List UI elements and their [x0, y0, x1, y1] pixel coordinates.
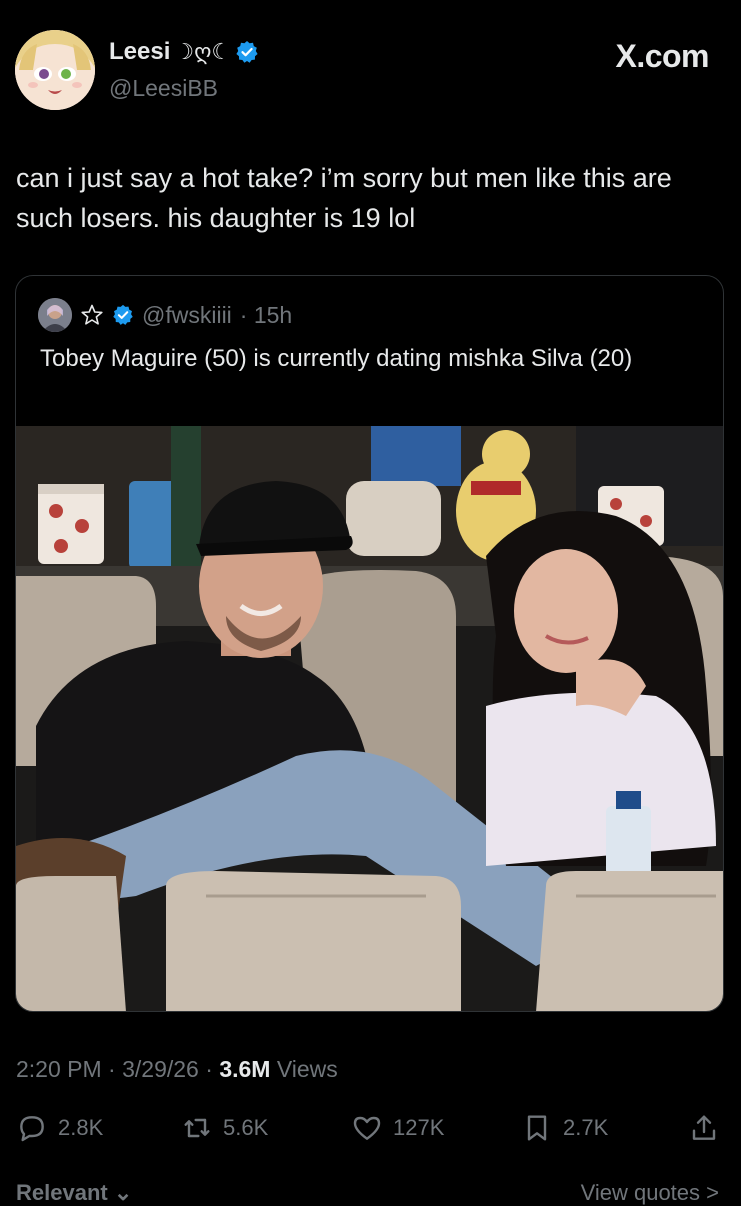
like-count: 127K	[393, 1115, 445, 1140]
verified-badge-icon	[113, 304, 133, 325]
bookmark-count: 2.7K	[563, 1115, 609, 1140]
meta-separator: ·	[205, 1056, 213, 1082]
quoted-author-avatar[interactable]	[38, 298, 72, 332]
quoted-tweet-card[interactable]: @fwskiiii · 15h Tobey Maguire (50) is cu…	[15, 275, 724, 1012]
meta-separator: ·	[108, 1056, 116, 1082]
like-button[interactable]: 127K	[351, 1112, 444, 1144]
repost-count: 5.6K	[223, 1115, 269, 1140]
reply-icon	[20, 1116, 44, 1142]
author-name[interactable]: Leesi	[109, 38, 170, 66]
author-avatar[interactable]	[15, 30, 95, 110]
share-icon	[692, 1115, 716, 1140]
repost-button[interactable]: 5.6K	[181, 1112, 268, 1144]
brand-logo-text: X.com	[615, 38, 709, 74]
reply-button[interactable]: 2.8K	[16, 1112, 103, 1144]
repost-icon	[184, 1118, 210, 1138]
tweet-text: can i just say a hot take? i’m sorry but…	[16, 163, 672, 233]
anime-avatar-image	[15, 30, 95, 110]
bookmark-button[interactable]: 2.7K	[521, 1112, 608, 1144]
verified-badge-icon	[236, 41, 258, 63]
author-handle[interactable]: @LeesiBB	[109, 75, 218, 102]
quoted-avatar-image	[38, 298, 72, 332]
quoted-tweet-photo[interactable]	[16, 426, 723, 1011]
views-label: Views	[276, 1056, 338, 1082]
tweet-meta: 2:20 PM · 3/29/26 · 3.6M Views	[16, 1056, 338, 1083]
star-icon	[81, 304, 103, 325]
quoted-tweet-header: @fwskiiii · 15h	[38, 298, 292, 332]
view-quotes-link[interactable]: View quotes >	[581, 1180, 719, 1206]
heart-icon	[353, 1116, 381, 1140]
bookmark-icon	[527, 1115, 547, 1141]
sort-relevant-dropdown[interactable]: Relevant ⌄	[16, 1180, 132, 1206]
reply-count: 2.8K	[58, 1115, 104, 1140]
share-button[interactable]	[688, 1112, 720, 1144]
quoted-tweet-time: · 15h	[239, 301, 293, 328]
tweet-time[interactable]: 2:20 PM	[16, 1056, 102, 1082]
views-count: 3.6M	[219, 1056, 271, 1082]
quoted-tweet-text: Tobey Maguire (50) is currently dating m…	[40, 345, 633, 372]
author-name-decoration: ☽ღ☾	[174, 39, 232, 64]
tweet-date[interactable]: 3/29/26	[122, 1056, 199, 1082]
quoted-author-handle[interactable]: @fwskiiii	[142, 302, 232, 329]
stadium-couple-photo	[16, 426, 723, 1011]
author-name-row[interactable]: Leesi ☽ღ☾	[109, 38, 259, 66]
action-bar: 2.8K 5.6K 127K 2.7K	[16, 1112, 724, 1152]
